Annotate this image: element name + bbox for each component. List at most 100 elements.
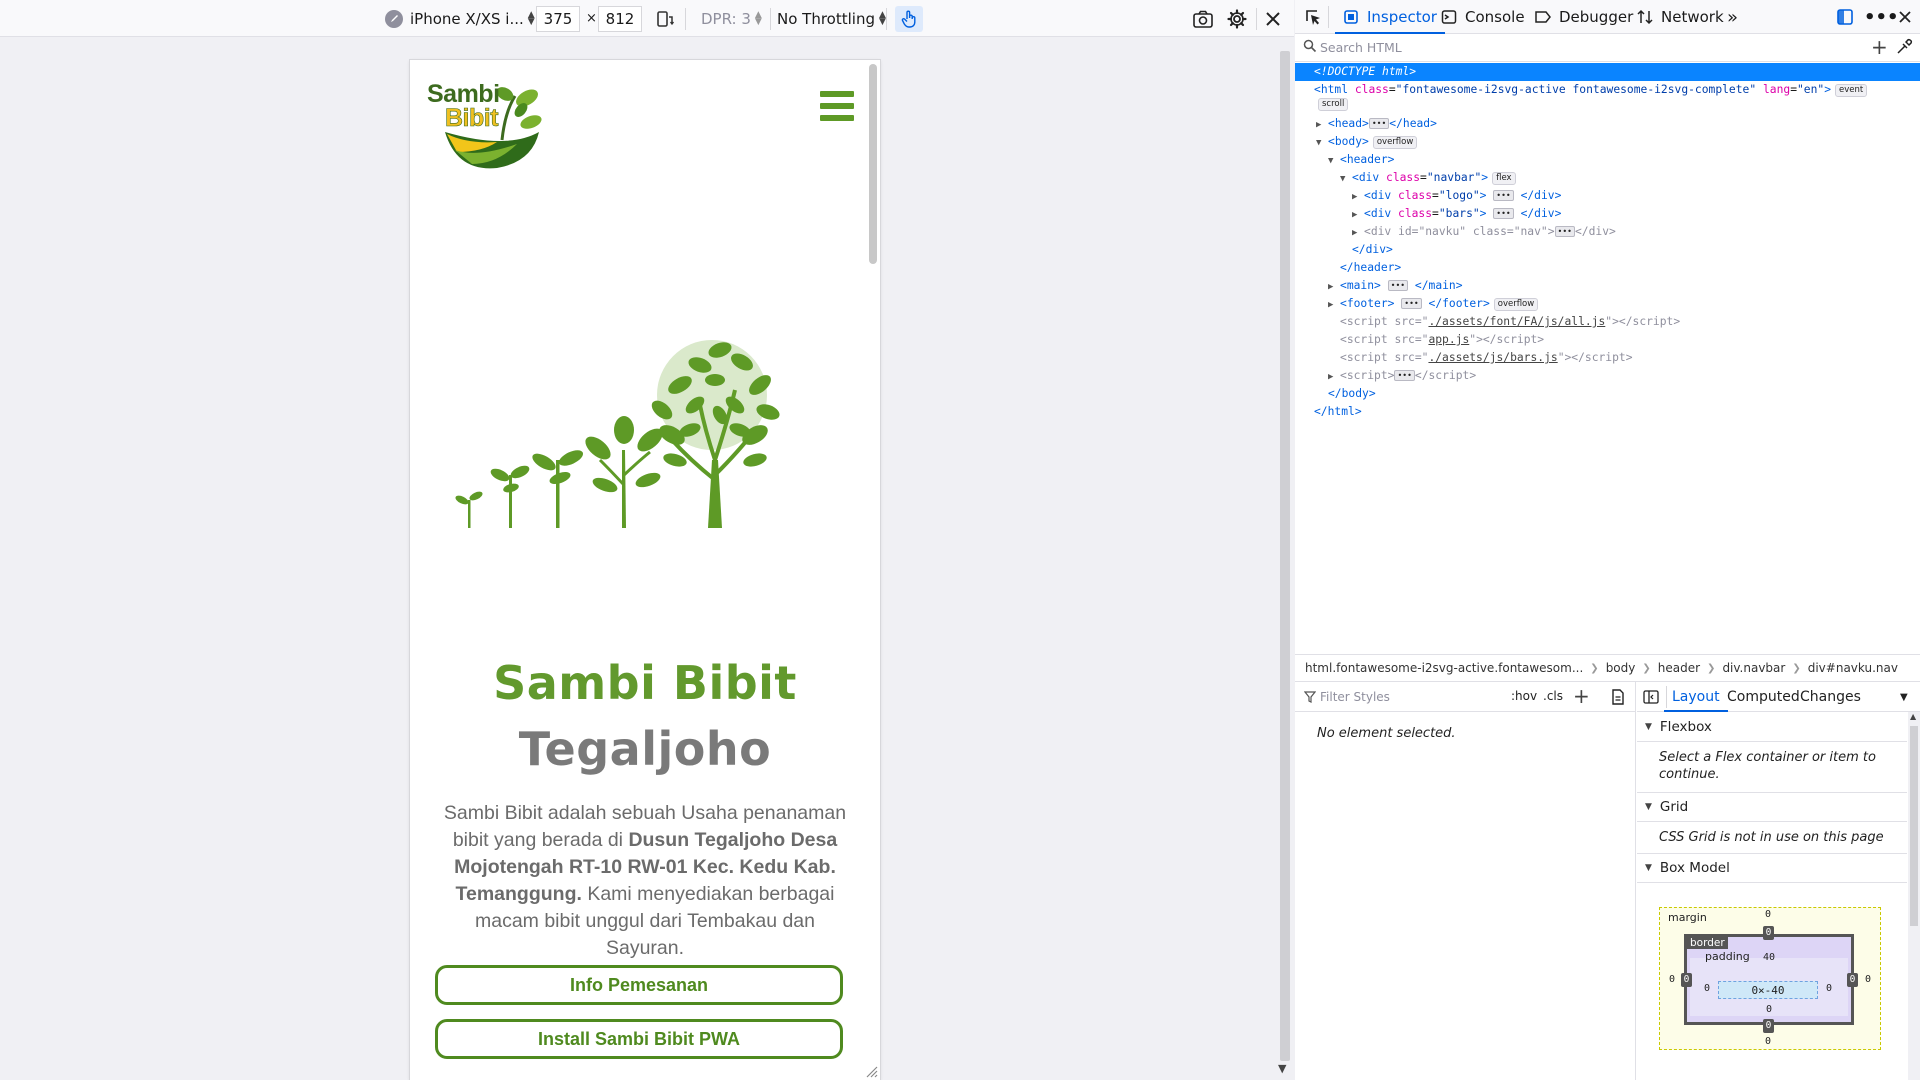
expand-arrow-icon[interactable]: ▶ <box>1328 296 1340 314</box>
markup-node-script-app[interactable]: <script src="app.js"></script> <box>1340 331 1544 349</box>
margin-bottom-value[interactable]: 0 <box>1765 1036 1771 1047</box>
device-selector[interactable]: iPhone X/XS i... ▲ ▼ <box>410 0 535 37</box>
close-devtools-icon[interactable] <box>1898 0 1912 34</box>
tab-layout[interactable]: Layout <box>1664 682 1728 712</box>
expand-arrow-icon[interactable]: ▶ <box>1352 224 1364 242</box>
markup-node-navku[interactable]: ▶ <div id="navku" class="nav"> ••• </div> <box>1352 223 1616 241</box>
flexbox-section-header[interactable]: ▼ Flexbox <box>1637 712 1907 742</box>
scroll-badge[interactable]: scroll <box>1318 98 1349 111</box>
tab-console[interactable]: Console <box>1439 0 1525 34</box>
rotate-icon[interactable] <box>655 0 675 37</box>
collapse-arrow-icon[interactable]: ▼ <box>1328 152 1340 170</box>
breadcrumb-body[interactable]: body <box>1606 661 1636 675</box>
cls-toggle[interactable]: .cls <box>1543 689 1563 703</box>
expand-arrow-icon[interactable]: ▶ <box>1328 278 1340 296</box>
add-node-icon[interactable]: + <box>1871 35 1888 59</box>
resize-grip-icon[interactable] <box>864 1064 878 1078</box>
collapse-arrow-icon[interactable]: ▼ <box>1340 170 1352 188</box>
boxmodel-section-header[interactable]: ▼ Box Model <box>1637 853 1907 883</box>
padding-right-value[interactable]: 0 <box>1826 983 1832 994</box>
script-link[interactable]: ./assets/js/bars.js <box>1428 351 1557 364</box>
element-picker-icon[interactable] <box>1303 0 1323 34</box>
scroll-down-arrow-icon[interactable]: ▼ <box>1278 1062 1286 1075</box>
margin-right-value[interactable]: 0 <box>1865 974 1871 985</box>
border-left-value[interactable]: 0 <box>1681 973 1692 987</box>
more-tabs-chevron-icon[interactable]: » <box>1727 0 1738 34</box>
markup-node-bars[interactable]: ▶ <div class="bars"> ••• </div> <box>1352 205 1561 223</box>
tab-network[interactable]: Network <box>1635 0 1724 34</box>
markup-close-navbar[interactable]: </div> <box>1352 241 1393 259</box>
collapsed-dots[interactable]: ••• <box>1493 190 1514 201</box>
scroll-up-arrow-icon[interactable]: ▲ <box>1910 712 1916 721</box>
tab-inspector[interactable]: Inspector <box>1335 0 1445 34</box>
markup-node-script-inline[interactable]: ▶ <script> ••• </script> <box>1328 367 1476 385</box>
overflow-badge[interactable]: overflow <box>1493 298 1539 311</box>
sidebar-scrollbar-thumb[interactable] <box>1910 726 1918 926</box>
breadcrumb-navku[interactable]: div#navku.nav <box>1808 661 1898 675</box>
site-logo[interactable]: Sambi Bibit <box>427 82 545 172</box>
hamburger-menu-icon[interactable] <box>820 91 854 121</box>
width-input[interactable]: 375 <box>536 6 580 32</box>
markup-node-html[interactable]: <html class="fontawesome-i2svg-active fo… <box>1314 81 1868 99</box>
markup-close-header[interactable]: </header> <box>1340 259 1401 277</box>
content-box[interactable]: 0×-40 <box>1718 981 1818 999</box>
collapsed-dots[interactable]: ••• <box>1401 298 1422 309</box>
rdm-scrollbar-thumb[interactable] <box>1280 51 1290 1061</box>
collapsed-dots[interactable]: ••• <box>1493 208 1514 219</box>
padding-left-value[interactable]: 0 <box>1704 983 1710 994</box>
markup-node-header[interactable]: ▼ <header> <box>1328 151 1394 169</box>
margin-top-value[interactable]: 0 <box>1765 909 1771 920</box>
collapsed-dots[interactable]: ••• <box>1554 226 1575 237</box>
settings-gear-icon[interactable] <box>1227 0 1247 37</box>
print-media-icon[interactable] <box>1611 689 1625 705</box>
expand-arrow-icon[interactable]: ▶ <box>1352 206 1364 224</box>
filter-styles-input[interactable]: Filter Styles <box>1320 690 1390 704</box>
markup-node-doctype[interactable]: <!DOCTYPE html> <box>1295 63 1920 81</box>
toggle-pane-icon[interactable] <box>1643 690 1659 704</box>
more-options-icon[interactable]: ••• <box>1864 0 1899 34</box>
markup-node-script-all[interactable]: <script src="./assets/font/FA/js/all.js"… <box>1340 313 1680 331</box>
event-badge[interactable]: event <box>1835 84 1868 97</box>
markup-close-html[interactable]: </html> <box>1314 403 1362 421</box>
border-bottom-value[interactable]: 0 <box>1763 1019 1774 1033</box>
expand-arrow-icon[interactable]: ▶ <box>1352 188 1364 206</box>
info-pemesanan-button[interactable]: Info Pemesanan <box>435 965 843 1005</box>
grid-section-header[interactable]: ▼ Grid <box>1637 792 1907 822</box>
markup-node-main[interactable]: ▶ <main> ••• </main> <box>1328 277 1463 295</box>
touch-simulation-icon[interactable] <box>895 6 923 32</box>
markup-node-body[interactable]: ▼ <body> overflow <box>1316 133 1418 152</box>
breadcrumb-html[interactable]: html.fontawesome-i2svg-active.fontawesom… <box>1305 661 1583 675</box>
breadcrumb-navbar[interactable]: div.navbar <box>1722 661 1785 675</box>
dpr-selector[interactable]: DPR: 3 ▲ ▼ <box>701 0 762 37</box>
border-right-value[interactable]: 0 <box>1847 973 1858 987</box>
collapsed-dots[interactable]: ••• <box>1387 280 1409 291</box>
dock-side-icon[interactable] <box>1835 0 1855 34</box>
rdm-scrollbar[interactable]: ▼ <box>1276 37 1294 1080</box>
search-html-input[interactable]: Search HTML <box>1320 40 1402 55</box>
padding-bottom-value[interactable]: 0 <box>1766 1004 1772 1015</box>
expand-arrow-icon[interactable]: ▶ <box>1316 116 1328 134</box>
collapse-arrow-icon[interactable]: ▼ <box>1316 134 1328 152</box>
close-rdm-icon[interactable] <box>1265 0 1281 37</box>
viewport-scrollbar[interactable] <box>869 64 877 264</box>
sidebar-scrollbar[interactable]: ▲ <box>1908 712 1920 1080</box>
markup-node-script-bars[interactable]: <script src="./assets/js/bars.js"></scri… <box>1340 349 1633 367</box>
script-link[interactable]: app.js <box>1428 333 1469 346</box>
throttling-selector[interactable]: No Throttling ▲ ▼ <box>777 0 886 37</box>
markup-node-head[interactable]: ▶ <head> ••• </head> <box>1316 115 1437 133</box>
breadcrumb-header[interactable]: header <box>1658 661 1700 675</box>
height-input[interactable]: 812 <box>598 6 642 32</box>
install-pwa-button[interactable]: Install Sambi Bibit PWA <box>435 1019 843 1059</box>
markup-close-body[interactable]: </body> <box>1328 385 1376 403</box>
border-top-value[interactable]: 0 <box>1763 926 1774 940</box>
user-agent-icon[interactable] <box>384 0 404 37</box>
tab-computed[interactable]: Computed <box>1727 682 1800 712</box>
screenshot-icon[interactable] <box>1192 0 1214 37</box>
collapsed-dots[interactable]: ••• <box>1394 370 1415 381</box>
collapsed-dots[interactable]: ••• <box>1368 118 1390 129</box>
tab-changes[interactable]: Changes <box>1800 682 1861 712</box>
eyedropper-icon[interactable] <box>1895 38 1913 56</box>
hov-toggle[interactable]: :hov <box>1511 689 1537 703</box>
overflow-badge[interactable]: overflow <box>1372 136 1418 149</box>
more-sidebar-tabs-icon[interactable]: ▼ <box>1900 682 1908 712</box>
